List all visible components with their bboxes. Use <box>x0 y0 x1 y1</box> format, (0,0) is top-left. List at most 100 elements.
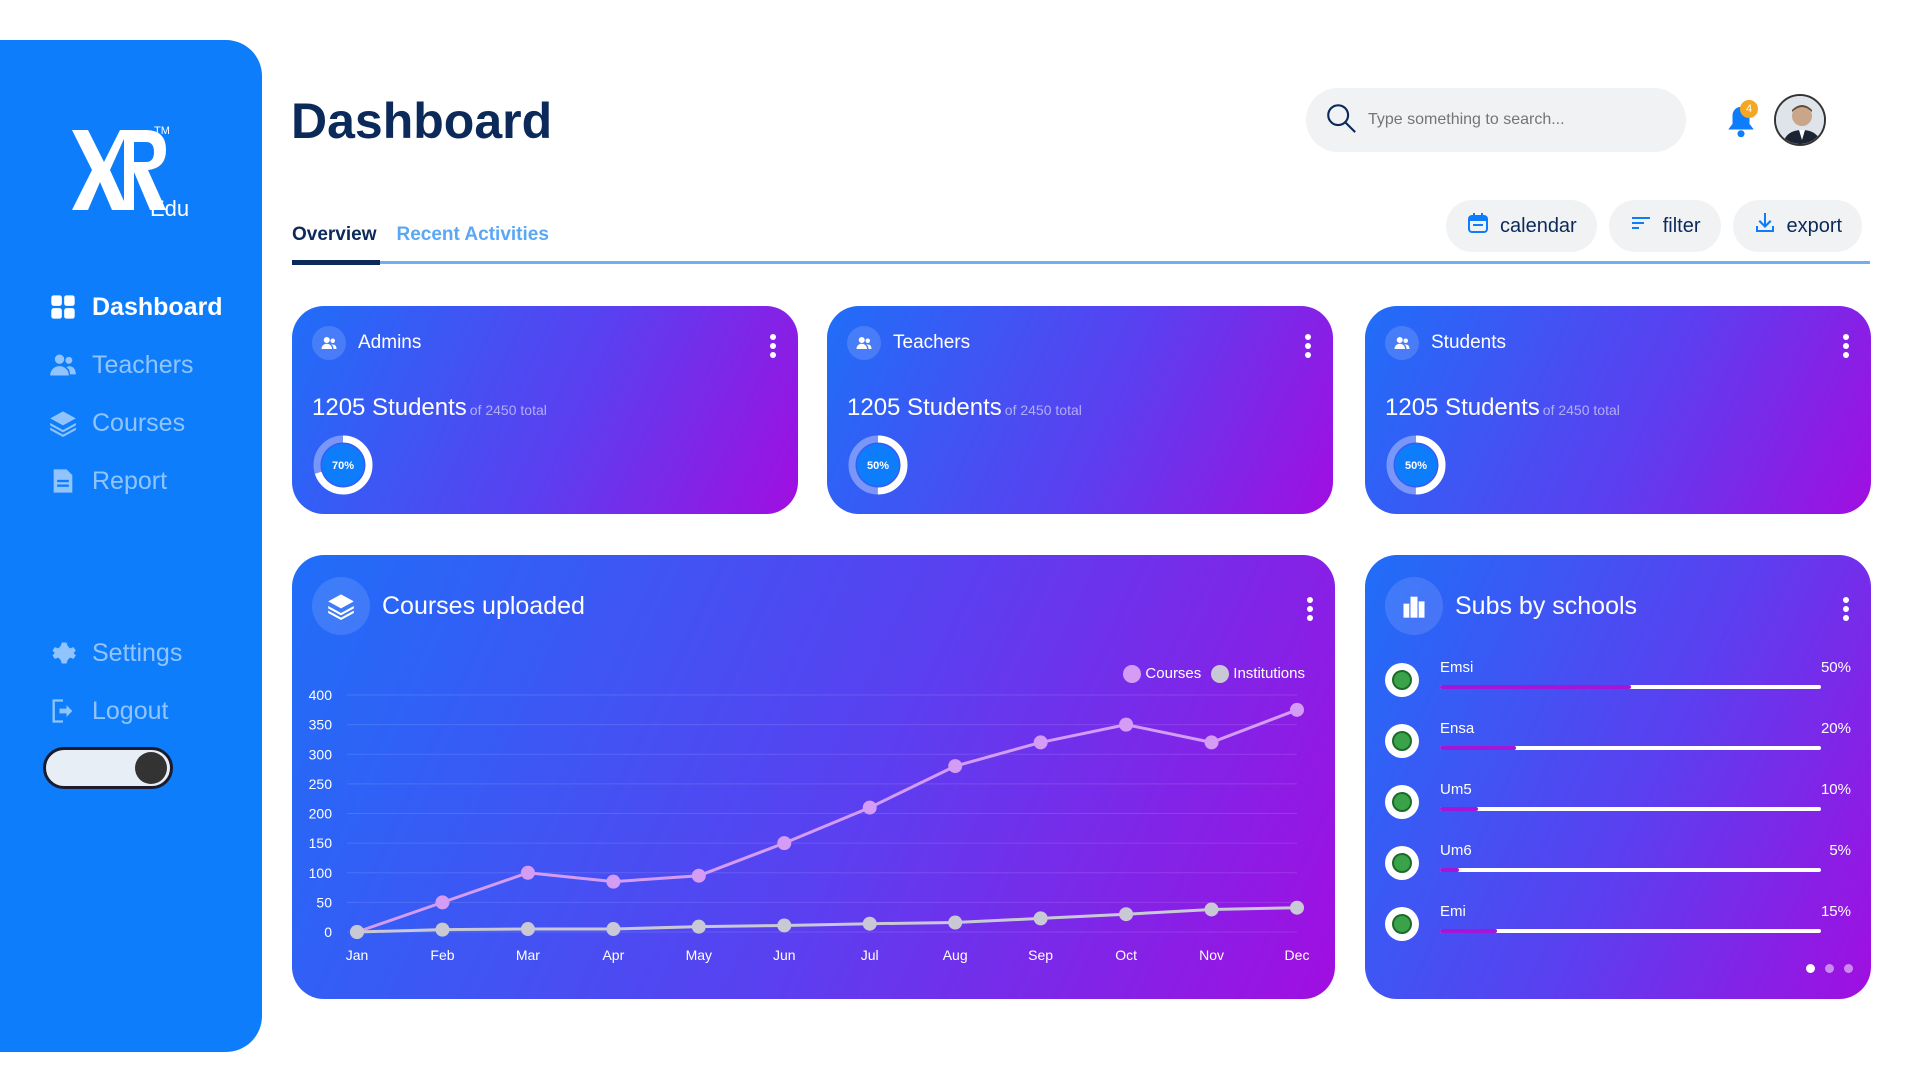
line-chart: 0 50 100 150 200 250 300 350 400 Jan Feb Mar Apr May J… <box>309 687 1310 963</box>
xr-edu-logo: TM Edu <box>70 118 190 221</box>
progress-ring: 50% <box>1386 435 1446 495</box>
layers-icon <box>48 408 78 438</box>
tab-recent-activities[interactable]: Recent Activities <box>397 224 549 260</box>
school-name: Um6 <box>1440 842 1472 859</box>
subs-by-schools-card: Subs by schools Emsi 50% Ensa 20% Um5 10… <box>1365 555 1871 999</box>
series-line-courses <box>356 708 1298 934</box>
filter-button[interactable]: filter <box>1608 200 1721 252</box>
document-icon <box>48 466 78 496</box>
x-tick-label: Apr <box>602 947 624 963</box>
progress-ring: 70% <box>313 435 373 495</box>
list-item: Ensa 20% <box>1385 720 1851 764</box>
page-dot[interactable] <box>1825 964 1834 973</box>
progress-track <box>1440 929 1821 933</box>
progress-label: 50% <box>867 460 889 472</box>
stat-value: 1205 Students <box>1385 394 1540 421</box>
progress-fill <box>1440 868 1460 872</box>
calendar-label: calendar <box>1500 214 1577 237</box>
school-logo-icon <box>1385 724 1419 758</box>
avatar[interactable] <box>1774 94 1826 146</box>
filter-icon <box>1629 211 1663 241</box>
sidebar-item-label: Dashboard <box>92 292 223 321</box>
stat-card-students: Students 1205 Students of 2450 total 50% <box>1365 306 1871 514</box>
notification-button[interactable]: 4 <box>1724 100 1758 138</box>
search-bar[interactable] <box>1306 88 1686 152</box>
stat-value: 1205 Students <box>312 394 467 421</box>
x-tick-label: Sep <box>1028 947 1053 963</box>
sidebar-item-label: Courses <box>92 408 186 437</box>
stat-card-admins: Admins 1205 Students of 2450 total 70% <box>292 306 798 514</box>
brand-tm: TM <box>154 125 170 137</box>
courses-chart-card: Courses uploaded Courses Institutions 05… <box>292 555 1335 999</box>
sidebar-item-label: Settings <box>92 638 183 667</box>
y-tick-label: 100 <box>309 865 333 881</box>
school-logo-icon <box>1385 846 1419 880</box>
data-point-institutions <box>691 919 706 934</box>
list-item: Emsi 50% <box>1385 659 1851 703</box>
more-icon[interactable] <box>1843 597 1851 621</box>
progress-ring: 50% <box>848 435 908 495</box>
page-dot[interactable] <box>1806 964 1815 973</box>
data-point-courses <box>1290 702 1304 717</box>
data-point-institutions <box>350 925 364 939</box>
sidebar-item-courses[interactable]: Courses <box>48 394 223 452</box>
sidebar-item-report[interactable]: Report <box>48 452 223 510</box>
more-icon[interactable] <box>1843 334 1851 358</box>
data-point-courses <box>435 895 450 910</box>
data-point-institutions <box>862 916 877 931</box>
users-icon <box>48 350 78 380</box>
progress-label: 70% <box>332 460 354 472</box>
tab-bar: Overview Recent Activities <box>292 224 549 260</box>
school-percent: 15% <box>1820 903 1851 920</box>
stat-sub: of 2450 total <box>469 402 547 418</box>
x-tick-label: Feb <box>430 947 454 963</box>
progress-track <box>1440 868 1821 872</box>
sidebar-item-settings[interactable]: Settings <box>48 624 182 682</box>
more-icon[interactable] <box>770 334 778 358</box>
school-logo-icon <box>1385 663 1419 697</box>
list-item: Emi 15% <box>1385 903 1851 947</box>
export-button[interactable]: export <box>1732 200 1863 252</box>
card-title: Subs by schools <box>1455 591 1638 620</box>
calendar-icon <box>1466 211 1500 241</box>
data-point-courses <box>1204 735 1219 750</box>
sidebar-item-logout[interactable]: Logout <box>48 682 182 740</box>
school-percent: 20% <box>1820 720 1851 737</box>
data-point-courses <box>862 800 877 815</box>
download-icon <box>1753 211 1787 241</box>
toolbar: calendar filter export <box>1446 200 1863 252</box>
data-point-institutions <box>435 922 450 937</box>
calendar-button[interactable]: calendar <box>1446 200 1597 252</box>
y-tick-label: 400 <box>309 687 333 703</box>
data-point-courses <box>777 836 792 851</box>
page-dot[interactable] <box>1844 964 1853 973</box>
grid-icon <box>48 292 78 322</box>
stat-sub: of 2450 total <box>1004 402 1082 418</box>
data-point-courses <box>606 874 621 889</box>
sidebar-item-dashboard[interactable]: Dashboard <box>48 278 223 336</box>
progress-fill <box>1440 685 1631 689</box>
progress-track <box>1440 685 1821 689</box>
data-point-institutions <box>1119 907 1134 922</box>
stat-value: 1205 Students <box>847 394 1002 421</box>
sidebar-item-label: Teachers <box>92 350 194 379</box>
x-tick-label: Dec <box>1285 947 1310 963</box>
more-icon[interactable] <box>1305 334 1313 358</box>
theme-toggle[interactable] <box>43 747 173 789</box>
sidebar: TM Edu Dashboard Teachers Courses Report… <box>0 40 262 1052</box>
stat-sub: of 2450 total <box>1542 402 1620 418</box>
sidebar-item-teachers[interactable]: Teachers <box>48 336 223 394</box>
tab-overview[interactable]: Overview <box>292 224 377 260</box>
tab-active-indicator <box>292 260 380 265</box>
data-point-courses <box>1033 735 1048 750</box>
progress-label: 50% <box>1405 460 1427 472</box>
brand-name: Edu <box>150 196 189 218</box>
search-input[interactable] <box>1368 111 1668 129</box>
stat-title: Students <box>1431 332 1506 353</box>
gear-icon <box>48 638 78 668</box>
data-point-institutions <box>520 922 535 937</box>
y-tick-label: 250 <box>309 776 333 792</box>
data-point-institutions <box>1290 900 1304 915</box>
stat-title: Teachers <box>893 332 971 353</box>
x-tick-label: Jul <box>861 947 879 963</box>
